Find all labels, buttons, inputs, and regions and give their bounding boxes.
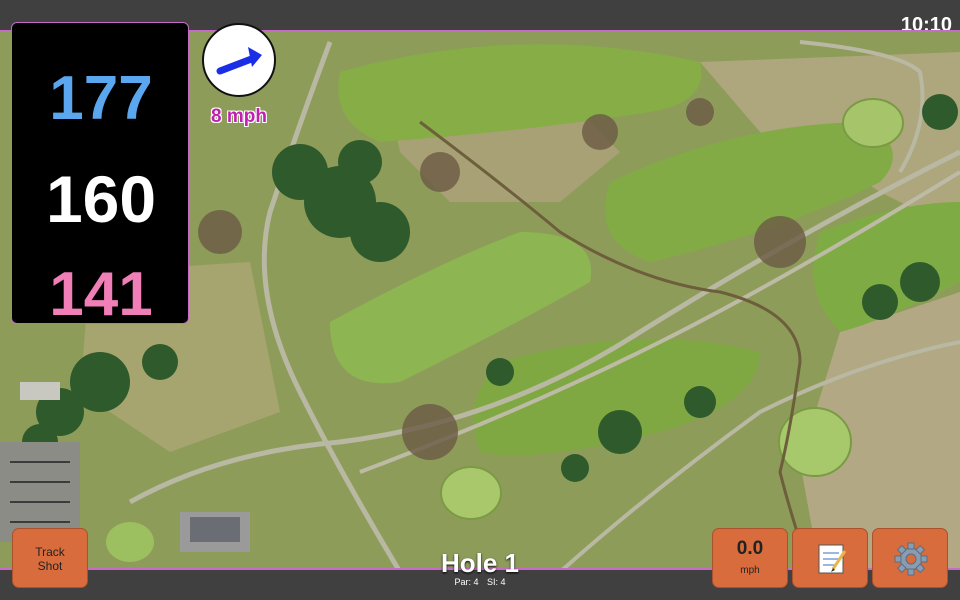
wind-speed-label: 8 mph: [211, 106, 267, 127]
notes-button[interactable]: [792, 528, 868, 588]
notepad-icon: [818, 544, 847, 574]
hole-info: Par: 4 SI: 4: [380, 577, 580, 587]
hole-stroke-index: SI: 4: [487, 577, 506, 587]
hole-title: Hole 1: [440, 548, 520, 578]
middle-distance: 160: [45, 162, 157, 236]
wind-speed-value: 0.0: [736, 538, 764, 559]
wind-direction-arrow-icon: [216, 47, 262, 75]
track-shot-button[interactable]: Track Shot: [12, 528, 88, 588]
track-shot-label-line2: Shot: [37, 559, 63, 573]
track-shot-label-line1: Track: [35, 545, 65, 559]
wind-speed-unit: mph: [740, 565, 760, 576]
back-distance: 177: [49, 64, 153, 133]
distance-panel: 177 160 141: [11, 22, 189, 329]
settings-button[interactable]: [872, 528, 948, 588]
hole-par: Par: 4: [454, 577, 479, 587]
gear-icon: [894, 542, 928, 576]
golf-gps-screen: 10:10 177 160 141 8 mph Track Shot Hole …: [0, 0, 960, 600]
front-distance: 141: [49, 260, 153, 329]
wind-speed-button[interactable]: 0.0 mph: [712, 528, 788, 588]
wind-direction-indicator: [202, 23, 276, 97]
